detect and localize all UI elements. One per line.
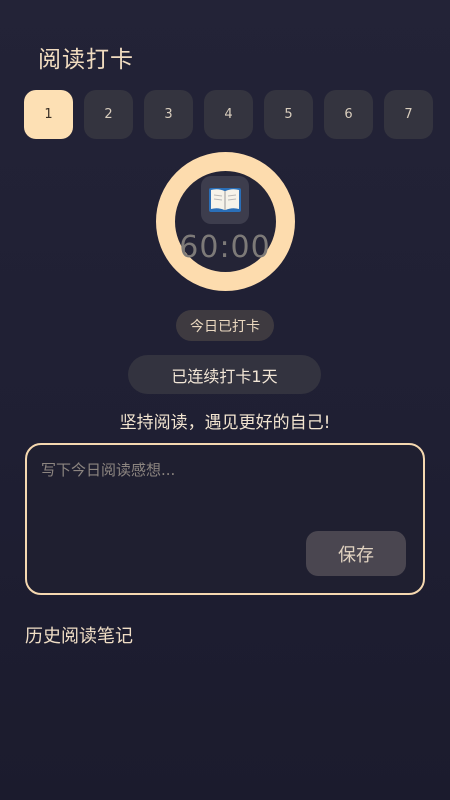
day-chip-1[interactable]: 1 [24, 90, 73, 139]
save-button[interactable]: 保存 [306, 531, 406, 576]
status-badge: 今日已打卡 [176, 310, 274, 341]
day-chip-3[interactable]: 3 [144, 90, 193, 139]
day-chip-6[interactable]: 6 [324, 90, 373, 139]
history-title: 历史阅读笔记 [25, 626, 133, 647]
streak-counter: 已连续打卡1天 [128, 355, 321, 394]
note-card: 保存 [25, 443, 425, 595]
open-book-icon [201, 176, 249, 224]
note-input[interactable] [41, 461, 401, 479]
day-chip-5[interactable]: 5 [264, 90, 313, 139]
day-chip-4[interactable]: 4 [204, 90, 253, 139]
page-title: 阅读打卡 [38, 47, 134, 73]
motto-text: 坚持阅读，遇见更好的自己! [119, 413, 331, 433]
day-selector: 1 2 3 4 5 6 7 [24, 90, 433, 139]
day-chip-2[interactable]: 2 [84, 90, 133, 139]
timer-display: 60:00 [179, 230, 271, 265]
day-chip-7[interactable]: 7 [384, 90, 433, 139]
